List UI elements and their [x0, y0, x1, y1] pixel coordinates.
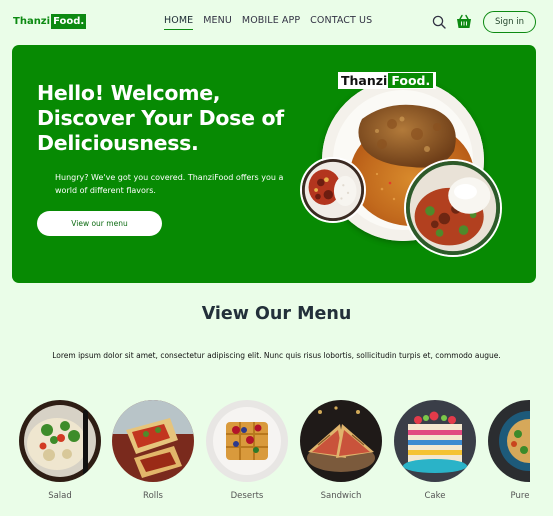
- hero-heading-line-3: Deliciousness.: [37, 131, 199, 155]
- category-sandwich-image[interactable]: [300, 400, 382, 482]
- fufu-stew-bowl-image: [404, 159, 502, 257]
- logo[interactable]: Thanzi Food.: [13, 14, 87, 29]
- hero-banner: Hello! Welcome, Discover Your Dose of De…: [12, 45, 536, 283]
- view-menu-button[interactable]: View our menu: [37, 211, 162, 236]
- hero-brand-tag: Thanzi Food.: [338, 72, 437, 89]
- hero-brand-food: Food.: [388, 73, 434, 88]
- category-sandwich-label: Sandwich: [320, 491, 362, 501]
- logo-text-thanzi: Thanzi: [13, 16, 51, 27]
- nav-menu: HOME MENU MOBILE APP CONTACT US: [164, 15, 372, 30]
- hero-heading-line-2: Discover Your Dose of: [37, 106, 284, 130]
- nav-link-menu[interactable]: MENU: [203, 15, 232, 30]
- hero-heading: Hello! Welcome, Discover Your Dose of De…: [37, 81, 327, 156]
- menu-section-description: Lorem ipsum dolor sit amet, consectetur …: [52, 351, 501, 360]
- category-cake-image[interactable]: [394, 400, 476, 482]
- hero-brand-thanzi: Thanzi: [341, 73, 388, 88]
- category-pure-label: Pure: [510, 491, 530, 501]
- category-rolls-label: Rolls: [143, 491, 163, 501]
- category-salad-label: Salad: [48, 491, 72, 501]
- sign-in-button[interactable]: Sign in: [483, 11, 536, 33]
- hero-heading-line-1: Hello! Welcome,: [37, 81, 221, 105]
- category-rolls-image[interactable]: [112, 400, 194, 482]
- category-deserts-image[interactable]: [206, 400, 288, 482]
- nav-link-contact-us[interactable]: CONTACT US: [310, 15, 372, 30]
- logo-text-food: Food.: [51, 14, 87, 29]
- nav-link-mobile-app[interactable]: MOBILE APP: [242, 15, 300, 30]
- stew-rice-bowl-image: [300, 157, 366, 223]
- search-icon[interactable]: [432, 15, 446, 29]
- category-pure-image[interactable]: [488, 400, 530, 482]
- category-deserts-label: Deserts: [230, 491, 264, 501]
- cart-icon[interactable]: [456, 14, 472, 29]
- category-salad-image[interactable]: [19, 400, 101, 482]
- category-cake-label: Cake: [424, 491, 446, 501]
- hero-subtext: Hungry? We've got you covered. ThanziFoo…: [55, 173, 284, 195]
- menu-section-title: View Our Menu: [201, 304, 352, 324]
- top-nav: Thanzi Food. HOME MENU MOBILE APP CONTAC…: [0, 0, 553, 44]
- nav-link-home[interactable]: HOME: [164, 15, 194, 30]
